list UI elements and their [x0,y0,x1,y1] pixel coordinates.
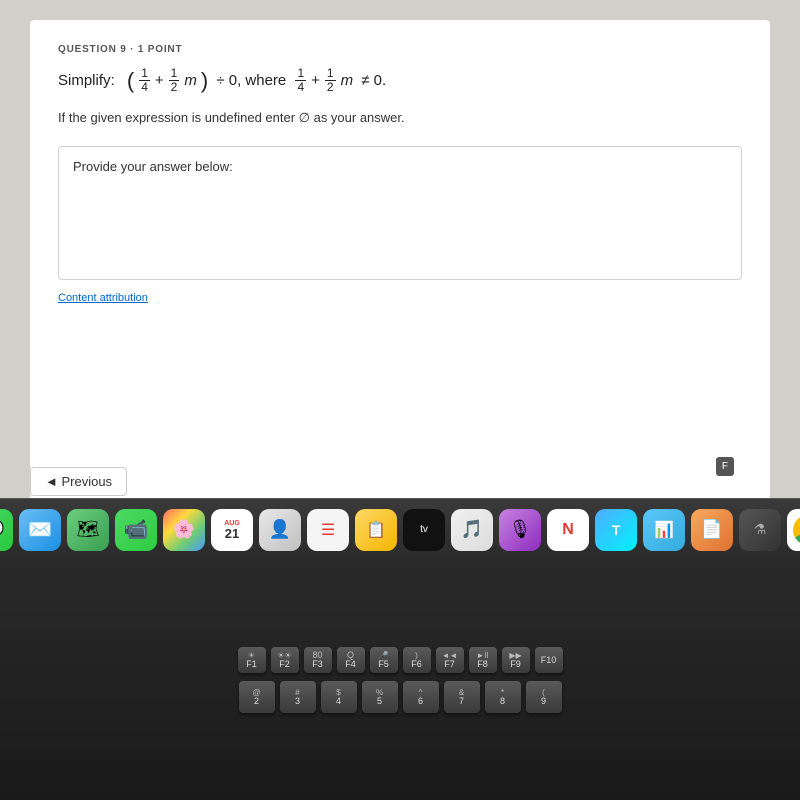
dock-numbers[interactable]: 📊 [643,509,685,551]
key-f2[interactable]: ☀☀ F2 [271,647,299,673]
translate-icon: T [612,522,621,538]
dock-calendar[interactable]: AUG 21 [211,509,253,551]
undefined-note: If the given expression is undefined ent… [58,110,742,126]
fraction-half-2: 1 2 [325,67,336,94]
divide-zero: ÷ 0, where [212,69,290,93]
podcasts-icon: 🎙 [509,519,532,540]
key-3[interactable]: # 3 [280,681,316,713]
appletv-icon: tv [420,524,428,535]
dock: 1 💬 ✉️ 🗺 📹 🌸 AUG 21 👤 ☰ 📋 tv 🎵 [0,498,800,560]
mail-icon: ✉️ [28,517,53,542]
dock-mail[interactable]: ✉️ [19,509,61,551]
plus-sign-2: + [311,69,320,93]
fraction-quarter-2: 1 4 [295,67,306,94]
dock-translate[interactable]: T [595,509,637,551]
dock-music[interactable]: 🎵 [451,509,493,551]
reminders-icon: ☰ [321,520,335,540]
key-f9[interactable]: ▶▶ F9 [502,647,530,673]
plus-sign-1: + [155,69,164,93]
dock-pages[interactable]: 📄 [691,509,733,551]
close-paren: ) [201,70,208,92]
key-6[interactable]: ^ 6 [403,681,439,713]
key-f10[interactable]: F10 [535,647,563,673]
dock-contacts[interactable]: 👤 [259,509,301,551]
pages-icon: 📄 [701,519,723,540]
key-f5[interactable]: 🎤 F5 [370,647,398,673]
calendar-display: AUG 21 [224,520,240,540]
answer-input[interactable] [73,182,727,262]
key-f3[interactable]: 80 F3 [304,647,332,673]
dock-appletv[interactable]: tv [403,509,445,551]
facetime-icon: 📹 [124,517,149,542]
dock-messages[interactable]: 1 💬 [0,509,13,551]
key-f7[interactable]: ◄◄ F7 [436,647,464,673]
chrome-icon [793,515,800,545]
key-9[interactable]: ( 9 [526,681,562,713]
key-f6[interactable]: ) F6 [403,647,431,673]
calendar-day: 21 [224,527,240,540]
key-7[interactable]: & 7 [444,681,480,713]
dock-podcasts[interactable]: 🎙 [499,509,541,551]
dock-maps[interactable]: 🗺 [67,509,109,551]
numbers-icon: 📊 [654,520,674,540]
question-text: Simplify: ( 1 4 + 1 2 m ) ÷ 0, where 1 4… [58,67,742,94]
answer-label: Provide your answer below: [73,159,727,174]
open-paren: ( [127,70,134,92]
fraction-quarter: 1 4 [139,67,150,94]
messages-icon: 💬 [0,517,4,542]
key-f8[interactable]: ►II F8 [469,647,497,673]
dock-instruments[interactable]: ⚗ [739,509,781,551]
not-equal-zero: ≠ 0. [357,69,386,93]
previous-button[interactable]: ◄ Previous [30,467,127,496]
key-2[interactable]: @ 2 [239,681,275,713]
keyboard-number-row: @ 2 # 3 $ 4 % 5 ^ 6 & 7 * 8 ( 9 [239,681,562,713]
question-label: QUESTION 9 · 1 POINT [58,44,742,55]
news-icon: N [562,521,574,539]
dock-reminders[interactable]: ☰ [307,509,349,551]
dock-news[interactable]: N [547,509,589,551]
instruments-icon: ⚗ [754,521,767,538]
keyboard: ☀ F1 ☀☀ F2 80 F3 Q F4 🎤 F5 ) F6 ◄◄ F7 ►I… [0,560,800,800]
simplify-label: Simplify: [58,69,115,93]
key-8[interactable]: * 8 [485,681,521,713]
maps-icon: 🗺 [77,519,100,540]
answer-section: Provide your answer below: [58,146,742,280]
browser-content: QUESTION 9 · 1 POINT Simplify: ( 1 4 + 1… [30,20,770,500]
screen: QUESTION 9 · 1 POINT Simplify: ( 1 4 + 1… [0,0,800,510]
fraction-half: 1 2 [169,67,180,94]
key-f4[interactable]: Q F4 [337,647,365,673]
photos-icon: 🌸 [173,519,195,540]
content-attribution-link[interactable]: Content attribution [58,292,742,304]
music-icon: 🎵 [461,519,483,540]
dock-facetime[interactable]: 📹 [115,509,157,551]
notes-icon: 📋 [366,520,386,540]
m-var: m [184,69,197,93]
flag-button[interactable]: F [716,457,734,476]
dock-photos[interactable]: 🌸 [163,509,205,551]
dock-chrome[interactable] [787,509,800,551]
key-f1[interactable]: ☀ F1 [238,647,266,673]
m-var-2: m [341,69,354,93]
key-5[interactable]: % 5 [362,681,398,713]
dock-notes[interactable]: 📋 [355,509,397,551]
keyboard-fn-row: ☀ F1 ☀☀ F2 80 F3 Q F4 🎤 F5 ) F6 ◄◄ F7 ►I… [238,647,563,673]
contacts-icon: 👤 [269,519,291,540]
key-4[interactable]: $ 4 [321,681,357,713]
